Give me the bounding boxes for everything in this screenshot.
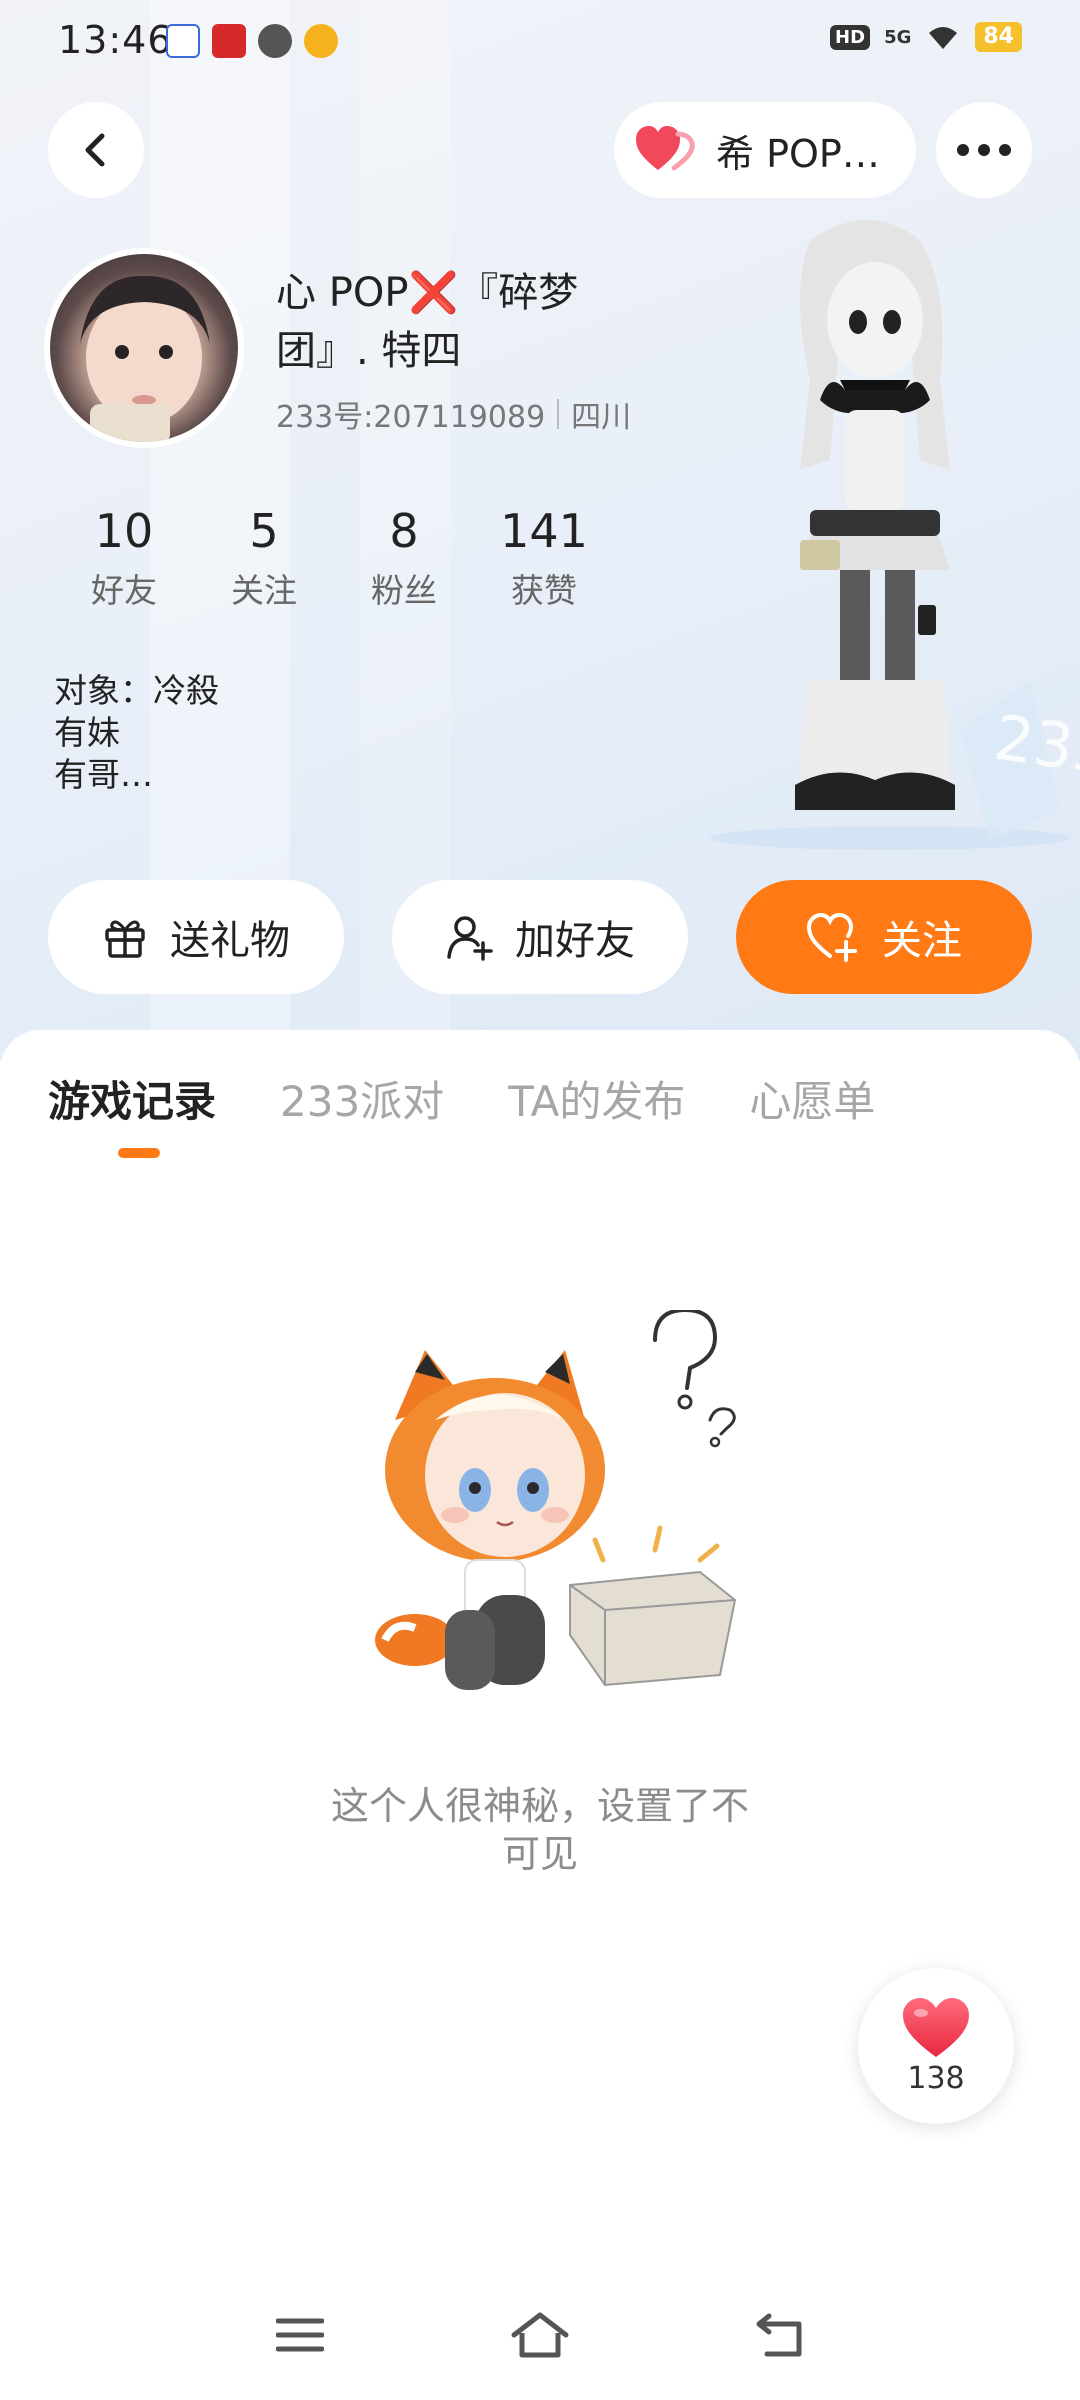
wechat-notification-icon	[258, 24, 292, 58]
follow-label: 关注	[882, 918, 962, 964]
stat-fans[interactable]: 8 粉丝	[334, 504, 474, 612]
heart-plus-icon	[806, 912, 857, 962]
back-nav-button[interactable]	[745, 2300, 815, 2370]
heart-icon	[903, 1997, 969, 2057]
baidu-notification-icon	[166, 24, 200, 58]
tab-game-records[interactable]: 游戏记录	[48, 1068, 216, 1129]
gift-icon	[105, 920, 145, 958]
wifi-icon	[929, 27, 958, 49]
couple-name: 希 POP…	[716, 131, 880, 176]
stat-label: 关注	[231, 571, 297, 610]
follow-button[interactable]: 关注	[736, 880, 1032, 994]
couple-pill[interactable]: 希 POP…	[614, 102, 916, 198]
bio-line: 有妹	[54, 713, 120, 752]
stat-label: 获赞	[511, 571, 577, 610]
profile-stats: 10 好友 5 关注 8 粉丝 141 获赞	[54, 504, 614, 612]
stat-following[interactable]: 5 关注	[194, 504, 334, 612]
send-gift-label: 送礼物	[170, 918, 290, 964]
news-notification-icon	[212, 24, 246, 58]
user-id-line: 233号:207119089 四川	[276, 392, 631, 436]
empty-state-line: 这个人很神秘，设置了不	[330, 1784, 749, 1828]
stat-value: 10	[94, 504, 154, 558]
user-id: 233号:207119089	[276, 400, 546, 435]
more-horizontal-icon	[957, 144, 1011, 156]
empty-state-line: 可见	[501, 1832, 578, 1876]
location: 四川	[571, 400, 632, 435]
stat-label: 粉丝	[371, 571, 437, 610]
stat-label: 好友	[91, 571, 157, 610]
like-count: 138	[907, 2060, 965, 2096]
menu-icon	[276, 2318, 324, 2352]
tab-wishlist[interactable]: 心愿单	[749, 1068, 875, 1129]
more-button[interactable]	[936, 102, 1032, 198]
stat-value: 141	[500, 504, 588, 558]
nickname: 心 POP❌『碎梦 团』. 特四	[276, 264, 636, 380]
empty-state-message: 这个人很神秘，设置了不 可见	[240, 1782, 840, 1878]
return-icon	[756, 2313, 802, 2357]
empty-state-illustration	[375, 1310, 737, 1690]
status-time: 13:46	[58, 18, 173, 62]
bio: 对象：冷殺 有妹 有哥…	[54, 670, 219, 796]
stat-friends[interactable]: 10 好友	[54, 504, 194, 612]
bio-line: 对象：冷殺	[54, 671, 219, 710]
status-bar: 13:46 HD 5G 84	[0, 0, 1080, 80]
add-friend-label: 加好友	[515, 918, 635, 964]
menu-nav-button[interactable]	[265, 2300, 335, 2370]
battery-indicator: 84	[975, 22, 1022, 52]
nickname-line: 心 POP❌『碎梦	[276, 270, 579, 316]
send-gift-button[interactable]: 送礼物	[48, 880, 344, 994]
system-navigation-bar	[0, 2290, 1080, 2380]
divider	[557, 399, 560, 429]
stat-value: 5	[249, 504, 279, 558]
status-icons: HD 5G 84	[830, 22, 1022, 52]
nickname-line: 团』. 特四	[276, 328, 462, 374]
home-icon	[511, 2312, 569, 2358]
back-button[interactable]	[48, 102, 144, 198]
tab-233-party[interactable]: 233派对	[280, 1068, 444, 1129]
avatar[interactable]	[44, 248, 244, 448]
like-button[interactable]: 138	[858, 1968, 1014, 2124]
stat-likes[interactable]: 141 获赞	[474, 504, 614, 612]
hd-icon: HD	[830, 24, 871, 50]
add-user-icon	[447, 916, 493, 961]
tab-posts[interactable]: TA的发布	[508, 1068, 685, 1129]
signal-icon: 5G	[884, 26, 912, 48]
avatar-face	[80, 275, 210, 442]
home-nav-button[interactable]	[505, 2300, 575, 2370]
weibo-notification-icon	[304, 24, 338, 58]
bio-line: 有哥…	[54, 755, 153, 794]
active-tab-indicator	[118, 1148, 160, 1158]
double-heart-icon	[636, 126, 695, 171]
tab-bar: 游戏记录 233派对 TA的发布 心愿单	[48, 1068, 875, 1129]
chevron-left-icon	[85, 133, 105, 167]
avatar-3d-figure[interactable]: 233	[700, 210, 1080, 850]
add-friend-button[interactable]: 加好友	[392, 880, 688, 994]
stat-value: 8	[389, 504, 419, 558]
